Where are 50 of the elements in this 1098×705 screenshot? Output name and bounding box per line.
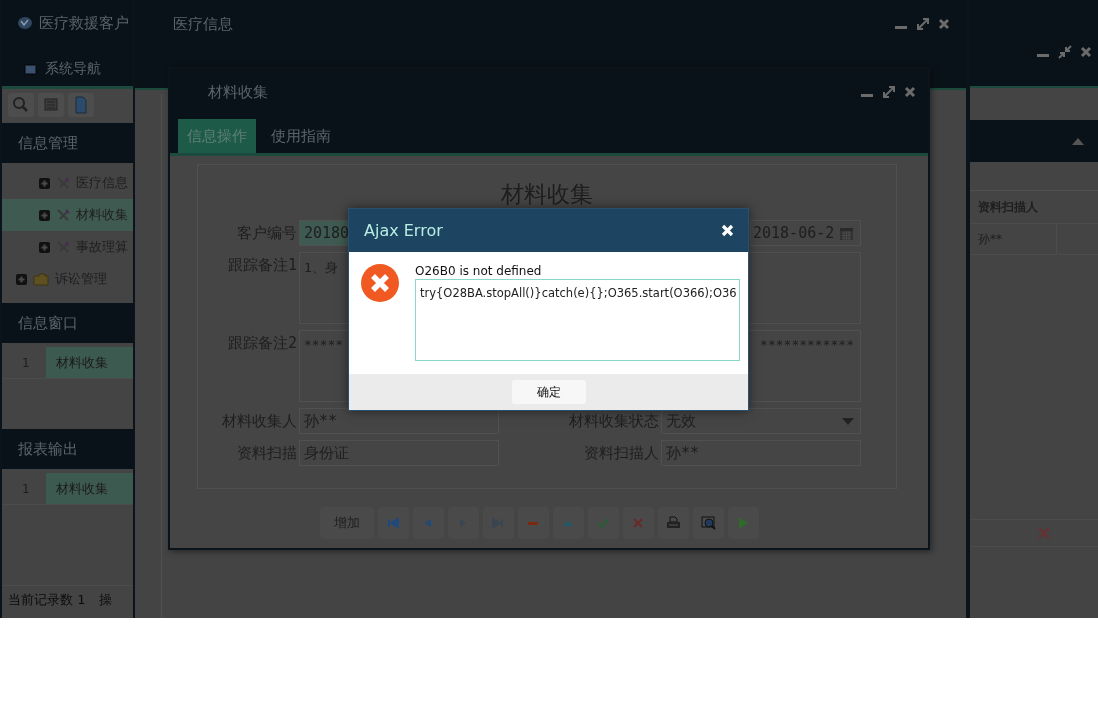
window-title: 材料收集: [208, 82, 268, 102]
list-item[interactable]: 材料收集: [46, 473, 133, 504]
section-header[interactable]: 信息窗口: [2, 303, 133, 343]
magnifier-icon: [701, 516, 716, 530]
toolbar-button[interactable]: [658, 507, 689, 539]
printer-icon: [666, 516, 681, 530]
error-message: O26B0 is not defined: [415, 264, 543, 278]
section-header[interactable]: 信息管理: [2, 123, 133, 163]
window-title: 医疗救援客户: [39, 13, 129, 33]
dialog-title: Ajax Error: [364, 221, 443, 240]
toolbar-button[interactable]: [728, 507, 759, 539]
error-icon: [361, 264, 399, 302]
toolbar-button[interactable]: [413, 507, 444, 539]
folder-icon: [33, 272, 49, 286]
restore-icon[interactable]: [1058, 44, 1072, 59]
section-header[interactable]: 报表输出: [2, 429, 133, 469]
maximize-icon[interactable]: [882, 85, 896, 99]
tab[interactable]: 使用指南: [262, 119, 340, 153]
cross-icon: [631, 516, 646, 530]
expand-icon: [16, 273, 27, 285]
toolbar-button[interactable]: [693, 507, 724, 539]
collapse-icon[interactable]: [1072, 137, 1084, 145]
maximize-icon[interactable]: [916, 17, 930, 31]
window-title: 医疗信息: [173, 14, 233, 34]
list-item[interactable]: 材料收集: [46, 347, 133, 378]
document-icon[interactable]: [68, 93, 94, 117]
text-area[interactable]: try{O28BA.stopAll()}catch(e){};O365.start(O366);O36: [415, 279, 740, 361]
toolbar-button[interactable]: [553, 507, 584, 539]
expand-icon: [39, 209, 50, 221]
calendar-icon: [839, 225, 854, 241]
logo-icon: [17, 16, 33, 30]
toolbar-button[interactable]: [623, 507, 654, 539]
skip-first-icon: [386, 516, 401, 530]
toolbar-button[interactable]: [588, 507, 619, 539]
tools-icon: [56, 208, 70, 222]
magnifier-icon[interactable]: [8, 93, 34, 117]
window-icon: [24, 63, 37, 75]
toolbar-button[interactable]: [518, 507, 549, 539]
expand-icon: [39, 241, 50, 253]
tools-icon: [56, 240, 70, 254]
checkmark-icon: [596, 516, 611, 530]
toolbar-button[interactable]: [378, 507, 409, 539]
tab[interactable]: 信息操作: [178, 119, 256, 153]
list-icon[interactable]: [38, 93, 64, 117]
tools-icon: [56, 176, 70, 190]
caret-icon: [842, 417, 854, 425]
expand-icon: [39, 177, 50, 189]
delete-icon[interactable]: [1038, 527, 1050, 539]
ok-button[interactable]: 确定: [511, 380, 586, 404]
tree-item[interactable]: 材料收集: [2, 199, 133, 231]
